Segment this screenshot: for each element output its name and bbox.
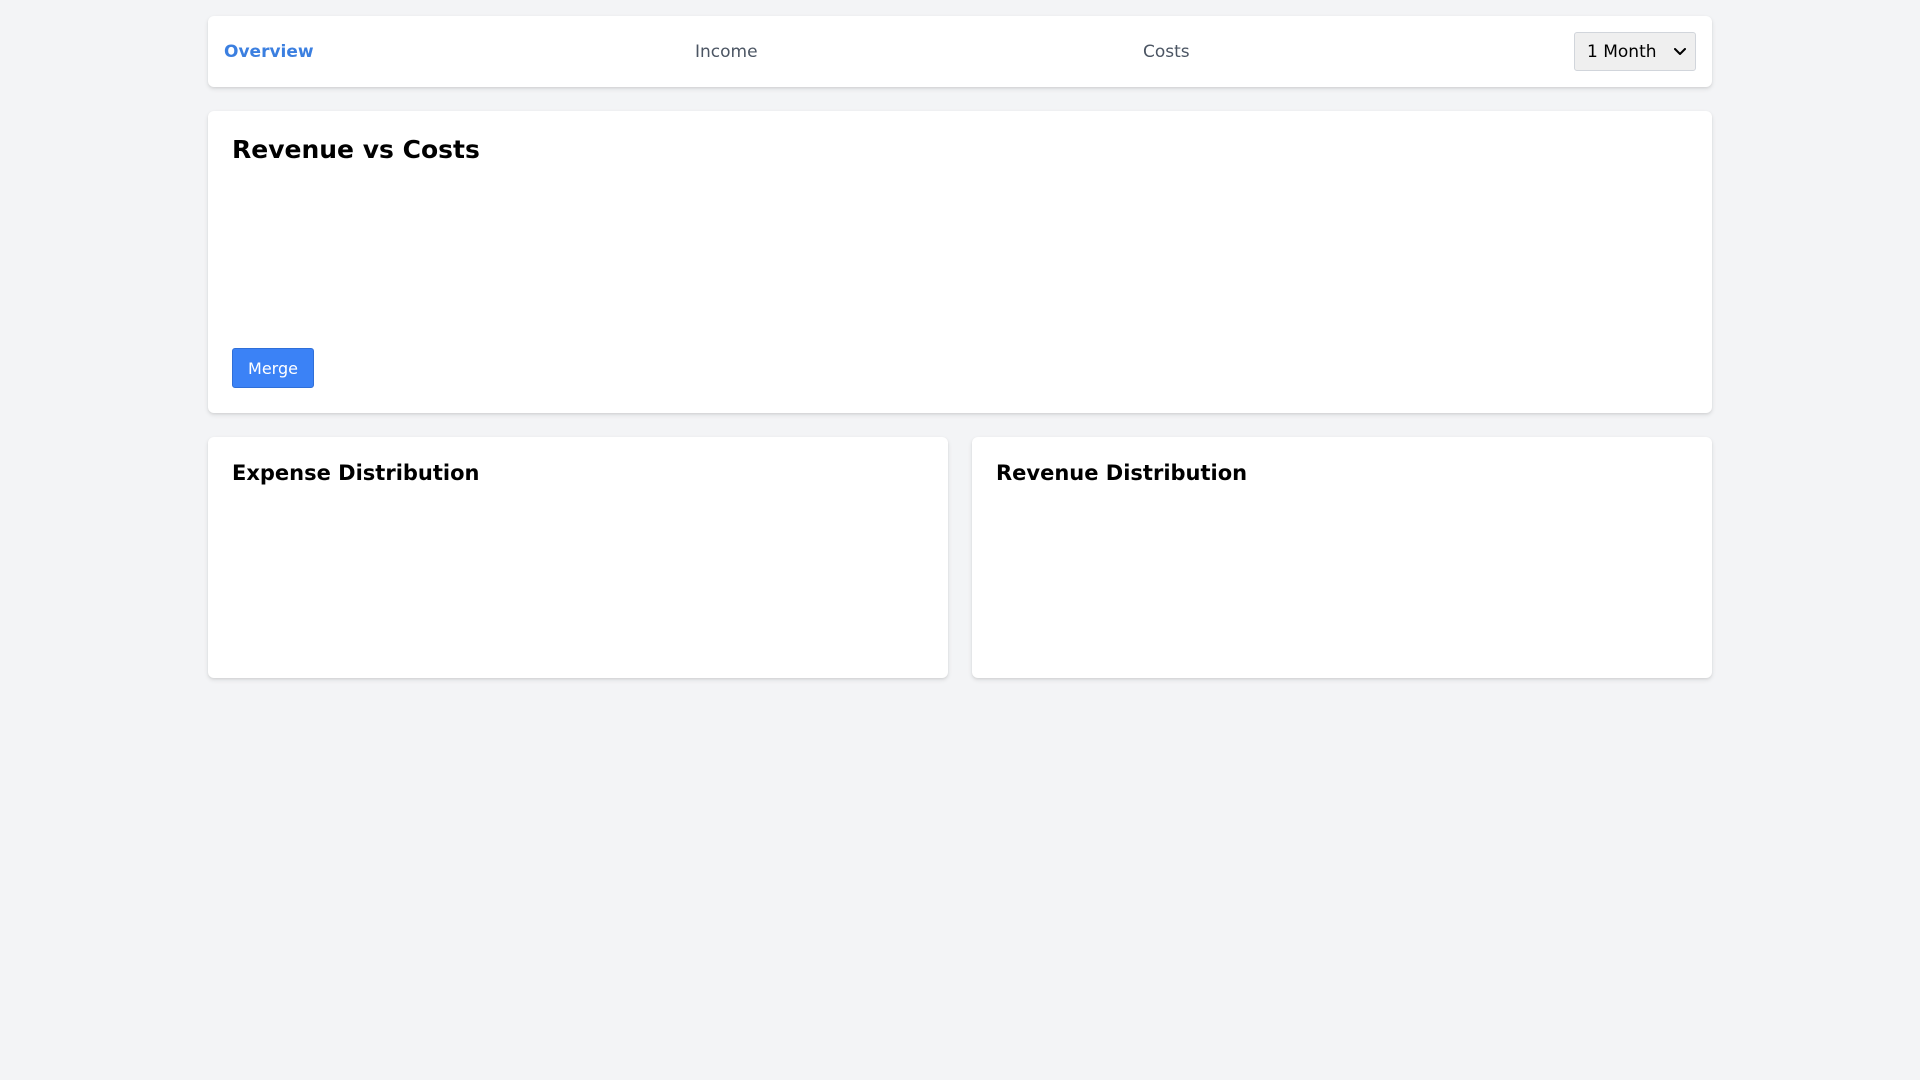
revenue-distribution-card: Revenue Distribution <box>972 437 1712 678</box>
expense-distribution-title: Expense Distribution <box>232 461 480 485</box>
revenue-distribution-chart <box>996 517 1688 654</box>
chevron-down-icon <box>1673 45 1687 59</box>
merge-button[interactable]: Merge <box>232 348 314 388</box>
tab-costs[interactable]: Costs <box>1143 42 1190 62</box>
dashboard: Overview Income Costs 1 Month Revenue vs… <box>208 16 1712 678</box>
expense-distribution-card: Expense Distribution <box>208 437 948 678</box>
distribution-row: Expense Distribution Revenue Distributio… <box>208 437 1712 678</box>
tab-income[interactable]: Income <box>695 42 758 62</box>
top-nav: Overview Income Costs 1 Month <box>208 16 1712 87</box>
tab-overview[interactable]: Overview <box>224 42 314 62</box>
period-select[interactable]: 1 Month <box>1574 32 1696 71</box>
expense-distribution-chart <box>232 517 924 654</box>
period-select-value: 1 Month <box>1587 41 1657 62</box>
revenue-vs-costs-title: Revenue vs Costs <box>232 135 480 164</box>
revenue-distribution-title: Revenue Distribution <box>996 461 1248 485</box>
revenue-vs-costs-card: Revenue vs Costs Merge <box>208 111 1712 413</box>
revenue-vs-costs-chart <box>232 191 1688 331</box>
